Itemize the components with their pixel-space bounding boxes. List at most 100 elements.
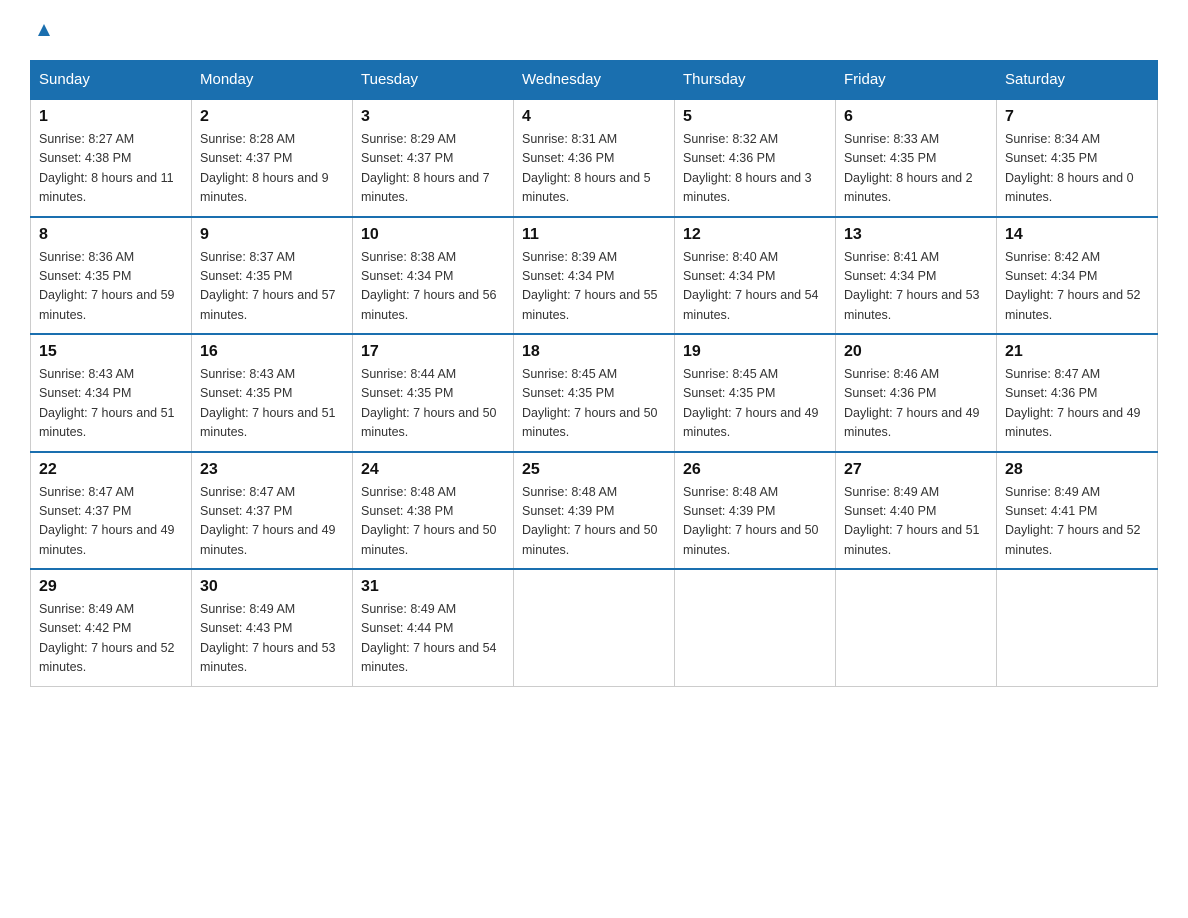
calendar-day-cell: 8 Sunrise: 8:36 AMSunset: 4:35 PMDaylight… xyxy=(31,217,192,335)
calendar-day-cell: 16 Sunrise: 8:43 AMSunset: 4:35 PMDayligh… xyxy=(192,334,353,452)
logo-triangle-icon xyxy=(33,18,55,40)
calendar-day-cell: 4Sunrise: 8:31 AMSunset: 4:36 PMDaylight… xyxy=(514,99,675,217)
calendar-day-cell: 7 Sunrise: 8:34 AMSunset: 4:35 PMDaylight… xyxy=(997,99,1158,217)
day-header-monday: Monday xyxy=(192,61,353,100)
day-number: 5 xyxy=(683,108,827,126)
calendar-table: SundayMondayTuesdayWednesdayThursdayFrid… xyxy=(30,60,1158,687)
calendar-day-cell: 6 Sunrise: 8:33 AMSunset: 4:35 PMDaylight… xyxy=(836,99,997,217)
calendar-day-cell xyxy=(514,569,675,686)
day-info: Sunrise: 8:31 AMSunset: 4:36 PMDaylight:… xyxy=(522,130,666,208)
calendar-day-cell: 10Sunrise: 8:38 AMSunset: 4:34 PMDayligh… xyxy=(353,217,514,335)
day-info: Sunrise: 8:28 AMSunset: 4:37 PMDaylight:… xyxy=(200,130,344,208)
day-number: 19 xyxy=(683,343,827,361)
day-number: 27 xyxy=(844,461,988,479)
day-number: 12 xyxy=(683,226,827,244)
calendar-day-cell: 24 Sunrise: 8:48 AMSunset: 4:38 PMDayligh… xyxy=(353,452,514,570)
day-header-sunday: Sunday xyxy=(31,61,192,100)
day-info: Sunrise: 8:38 AMSunset: 4:34 PMDaylight:… xyxy=(361,248,505,326)
day-number: 26 xyxy=(683,461,827,479)
calendar-day-cell: 18 Sunrise: 8:45 AMSunset: 4:35 PMDayligh… xyxy=(514,334,675,452)
day-info: Sunrise: 8:47 AMSunset: 4:37 PMDaylight:… xyxy=(39,483,183,561)
day-info: Sunrise: 8:48 AMSunset: 4:39 PMDaylight:… xyxy=(522,483,666,561)
day-number: 22 xyxy=(39,461,183,479)
day-info: Sunrise: 8:47 AMSunset: 4:36 PMDaylight:… xyxy=(1005,365,1149,443)
day-info: Sunrise: 8:34 AMSunset: 4:35 PMDaylight:… xyxy=(1005,130,1149,208)
day-number: 24 xyxy=(361,461,505,479)
calendar-day-cell: 26 Sunrise: 8:48 AMSunset: 4:39 PMDayligh… xyxy=(675,452,836,570)
calendar-day-cell xyxy=(997,569,1158,686)
day-number: 2 xyxy=(200,108,344,126)
calendar-day-cell: 28Sunrise: 8:49 AMSunset: 4:41 PMDayligh… xyxy=(997,452,1158,570)
calendar-day-cell xyxy=(836,569,997,686)
day-number: 29 xyxy=(39,578,183,596)
day-info: Sunrise: 8:49 AMSunset: 4:40 PMDaylight:… xyxy=(844,483,988,561)
day-header-saturday: Saturday xyxy=(997,61,1158,100)
day-info: Sunrise: 8:41 AMSunset: 4:34 PMDaylight:… xyxy=(844,248,988,326)
day-info: Sunrise: 8:36 AMSunset: 4:35 PMDaylight:… xyxy=(39,248,183,326)
calendar-day-cell: 19 Sunrise: 8:45 AMSunset: 4:35 PMDayligh… xyxy=(675,334,836,452)
day-info: Sunrise: 8:27 AMSunset: 4:38 PMDaylight:… xyxy=(39,130,183,208)
calendar-day-cell: 29 Sunrise: 8:49 AMSunset: 4:42 PMDayligh… xyxy=(31,569,192,686)
calendar-week-row: 8 Sunrise: 8:36 AMSunset: 4:35 PMDaylight… xyxy=(31,217,1158,335)
calendar-week-row: 22 Sunrise: 8:47 AMSunset: 4:37 PMDayligh… xyxy=(31,452,1158,570)
calendar-day-cell: 17 Sunrise: 8:44 AMSunset: 4:35 PMDayligh… xyxy=(353,334,514,452)
day-number: 3 xyxy=(361,108,505,126)
calendar-day-cell: 27 Sunrise: 8:49 AMSunset: 4:40 PMDayligh… xyxy=(836,452,997,570)
day-number: 20 xyxy=(844,343,988,361)
day-info: Sunrise: 8:49 AMSunset: 4:44 PMDaylight:… xyxy=(361,600,505,678)
day-info: Sunrise: 8:49 AMSunset: 4:42 PMDaylight:… xyxy=(39,600,183,678)
calendar-day-cell: 3 Sunrise: 8:29 AMSunset: 4:37 PMDaylight… xyxy=(353,99,514,217)
day-info: Sunrise: 8:46 AMSunset: 4:36 PMDaylight:… xyxy=(844,365,988,443)
calendar-week-row: 1 Sunrise: 8:27 AMSunset: 4:38 PMDaylight… xyxy=(31,99,1158,217)
day-info: Sunrise: 8:45 AMSunset: 4:35 PMDaylight:… xyxy=(683,365,827,443)
day-number: 18 xyxy=(522,343,666,361)
day-info: Sunrise: 8:40 AMSunset: 4:34 PMDaylight:… xyxy=(683,248,827,326)
calendar-day-cell: 23 Sunrise: 8:47 AMSunset: 4:37 PMDayligh… xyxy=(192,452,353,570)
day-number: 16 xyxy=(200,343,344,361)
day-number: 17 xyxy=(361,343,505,361)
day-number: 23 xyxy=(200,461,344,479)
calendar-day-cell: 1 Sunrise: 8:27 AMSunset: 4:38 PMDaylight… xyxy=(31,99,192,217)
day-info: Sunrise: 8:33 AMSunset: 4:35 PMDaylight:… xyxy=(844,130,988,208)
day-number: 25 xyxy=(522,461,666,479)
day-info: Sunrise: 8:44 AMSunset: 4:35 PMDaylight:… xyxy=(361,365,505,443)
day-number: 15 xyxy=(39,343,183,361)
day-info: Sunrise: 8:49 AMSunset: 4:43 PMDaylight:… xyxy=(200,600,344,678)
day-number: 7 xyxy=(1005,108,1149,126)
logo xyxy=(30,20,55,40)
day-number: 13 xyxy=(844,226,988,244)
day-info: Sunrise: 8:47 AMSunset: 4:37 PMDaylight:… xyxy=(200,483,344,561)
day-info: Sunrise: 8:48 AMSunset: 4:38 PMDaylight:… xyxy=(361,483,505,561)
day-header-wednesday: Wednesday xyxy=(514,61,675,100)
day-header-tuesday: Tuesday xyxy=(353,61,514,100)
day-info: Sunrise: 8:48 AMSunset: 4:39 PMDaylight:… xyxy=(683,483,827,561)
day-header-friday: Friday xyxy=(836,61,997,100)
day-number: 8 xyxy=(39,226,183,244)
calendar-day-cell: 5Sunrise: 8:32 AMSunset: 4:36 PMDaylight… xyxy=(675,99,836,217)
calendar-day-cell: 13 Sunrise: 8:41 AMSunset: 4:34 PMDayligh… xyxy=(836,217,997,335)
day-info: Sunrise: 8:37 AMSunset: 4:35 PMDaylight:… xyxy=(200,248,344,326)
calendar-day-cell: 30Sunrise: 8:49 AMSunset: 4:43 PMDayligh… xyxy=(192,569,353,686)
calendar-day-cell: 25 Sunrise: 8:48 AMSunset: 4:39 PMDayligh… xyxy=(514,452,675,570)
day-info: Sunrise: 8:45 AMSunset: 4:35 PMDaylight:… xyxy=(522,365,666,443)
day-number: 21 xyxy=(1005,343,1149,361)
calendar-day-cell: 20 Sunrise: 8:46 AMSunset: 4:36 PMDayligh… xyxy=(836,334,997,452)
calendar-day-cell: 15 Sunrise: 8:43 AMSunset: 4:34 PMDayligh… xyxy=(31,334,192,452)
calendar-week-row: 15 Sunrise: 8:43 AMSunset: 4:34 PMDayligh… xyxy=(31,334,1158,452)
calendar-day-cell: 9 Sunrise: 8:37 AMSunset: 4:35 PMDaylight… xyxy=(192,217,353,335)
calendar-day-cell: 11Sunrise: 8:39 AMSunset: 4:34 PMDayligh… xyxy=(514,217,675,335)
calendar-day-cell: 12 Sunrise: 8:40 AMSunset: 4:34 PMDayligh… xyxy=(675,217,836,335)
day-info: Sunrise: 8:29 AMSunset: 4:37 PMDaylight:… xyxy=(361,130,505,208)
day-info: Sunrise: 8:43 AMSunset: 4:35 PMDaylight:… xyxy=(200,365,344,443)
day-number: 1 xyxy=(39,108,183,126)
day-info: Sunrise: 8:43 AMSunset: 4:34 PMDaylight:… xyxy=(39,365,183,443)
day-number: 9 xyxy=(200,226,344,244)
calendar-day-cell: 31Sunrise: 8:49 AMSunset: 4:44 PMDayligh… xyxy=(353,569,514,686)
calendar-body: 1 Sunrise: 8:27 AMSunset: 4:38 PMDaylight… xyxy=(31,99,1158,686)
day-number: 14 xyxy=(1005,226,1149,244)
day-number: 11 xyxy=(522,226,666,244)
day-number: 6 xyxy=(844,108,988,126)
page-header xyxy=(30,20,1158,40)
calendar-header: SundayMondayTuesdayWednesdayThursdayFrid… xyxy=(31,61,1158,100)
day-number: 28 xyxy=(1005,461,1149,479)
